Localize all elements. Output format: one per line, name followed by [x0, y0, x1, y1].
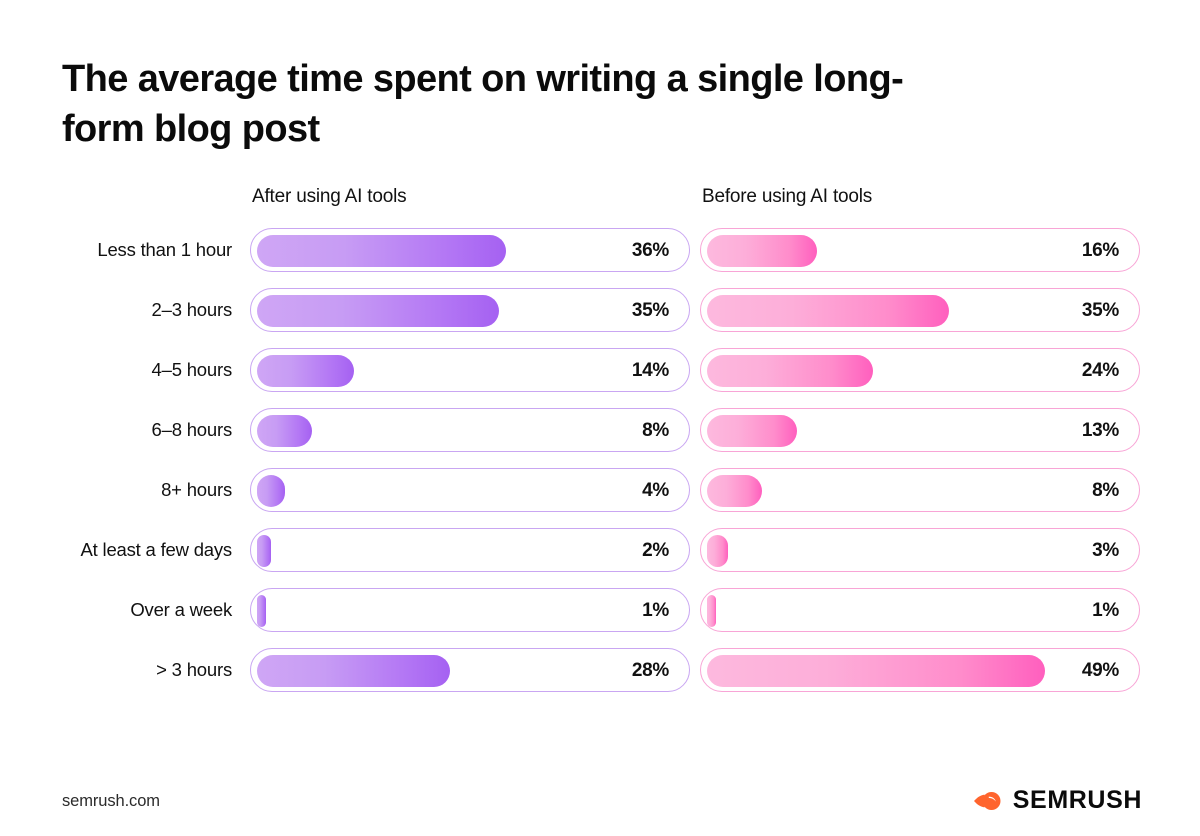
footer-url: semrush.com: [62, 792, 160, 810]
bar-track-right: 8%: [700, 468, 1140, 512]
bar-fill-left: [257, 415, 313, 447]
bar-value-left: 8%: [642, 420, 669, 441]
bar-value-right: 35%: [1081, 300, 1119, 321]
chart-row: At least a few days 2% 3%: [0, 528, 1200, 588]
chart-container: After using AI tools Before using AI too…: [0, 186, 1200, 708]
bar-fill-right: [707, 235, 818, 267]
bar-track-left: 36%: [250, 228, 690, 272]
bar-track-right: 13%: [700, 408, 1140, 452]
bar-fill-left: [257, 655, 451, 687]
row-label: Over a week: [130, 599, 232, 620]
bar-value-right: 3%: [1092, 540, 1119, 561]
column-header-after: After using AI tools: [252, 186, 407, 207]
bar-fill-left: [257, 475, 285, 507]
bar-fill-left: [257, 535, 271, 567]
bar-fill-left: [257, 355, 354, 387]
bar-value-left: 2%: [642, 540, 669, 561]
bar-value-right: 49%: [1081, 660, 1119, 681]
chart-row: Less than 1 hour 36% 16%: [0, 228, 1200, 288]
column-header-before: Before using AI tools: [702, 186, 873, 207]
bar-value-left: 4%: [642, 480, 669, 501]
chart-row: Over a week 1% 1%: [0, 588, 1200, 648]
row-label: > 3 hours: [156, 659, 232, 680]
chart-row: 8+ hours 4% 8%: [0, 468, 1200, 528]
bar-fill-right: [707, 595, 716, 627]
bar-track-right: 1%: [700, 588, 1140, 632]
bar-fill-right: [707, 535, 728, 567]
chart-row: 4–5 hours 14% 24%: [0, 348, 1200, 408]
bar-track-left: 2%: [250, 528, 690, 572]
bar-fill-right: [707, 415, 797, 447]
chart-rows: Less than 1 hour 36% 16% 2–3 hours 35% 35% 4–5…: [0, 228, 1200, 708]
brand-logo: SEMRUSH: [973, 786, 1142, 815]
bar-value-left: 36%: [631, 240, 669, 261]
bar-value-left: 1%: [642, 600, 669, 621]
bar-fill-right: [707, 355, 873, 387]
bar-track-right: 35%: [700, 288, 1140, 332]
bar-track-right: 16%: [700, 228, 1140, 272]
bar-track-left: 28%: [250, 648, 690, 692]
bar-value-right: 13%: [1081, 420, 1119, 441]
brand-name: SEMRUSH: [1012, 786, 1142, 814]
bar-fill-right: [707, 475, 763, 507]
bar-track-left: 14%: [250, 348, 690, 392]
bar-track-left: 4%: [250, 468, 690, 512]
chart-row: > 3 hours 28% 49%: [0, 648, 1200, 708]
bar-track-right: 3%: [700, 528, 1140, 572]
bar-value-right: 1%: [1092, 600, 1119, 621]
chart-row: 2–3 hours 35% 35%: [0, 288, 1200, 348]
bar-fill-left: [257, 235, 506, 267]
bar-fill-left: [257, 595, 266, 627]
row-label: 4–5 hours: [151, 359, 233, 380]
infographic-page: The average time spent on writing a sing…: [0, 0, 1200, 836]
bar-track-right: 49%: [700, 648, 1140, 692]
row-label: 2–3 hours: [151, 299, 233, 320]
row-label: Less than 1 hour: [97, 239, 232, 260]
row-label: At least a few days: [80, 539, 233, 560]
bar-value-left: 14%: [631, 360, 669, 381]
column-headers: After using AI tools Before using AI too…: [0, 186, 1200, 222]
bar-value-right: 8%: [1092, 480, 1119, 501]
bar-track-left: 8%: [250, 408, 690, 452]
bar-value-right: 16%: [1081, 240, 1119, 261]
bar-fill-left: [257, 295, 499, 327]
bar-value-left: 28%: [631, 660, 669, 681]
bar-fill-right: [707, 295, 949, 327]
bar-value-left: 35%: [631, 300, 669, 321]
row-label: 6–8 hours: [151, 419, 233, 440]
chart-row: 6–8 hours 8% 13%: [0, 408, 1200, 468]
bar-track-left: 1%: [250, 588, 690, 632]
bar-fill-right: [707, 655, 1046, 687]
bar-track-left: 35%: [250, 288, 690, 332]
page-title: The average time spent on writing a sing…: [62, 58, 904, 150]
bar-value-right: 24%: [1081, 360, 1119, 381]
bar-track-right: 24%: [700, 348, 1140, 392]
semrush-comet-icon: [973, 791, 1001, 810]
row-label: 8+ hours: [161, 479, 232, 500]
